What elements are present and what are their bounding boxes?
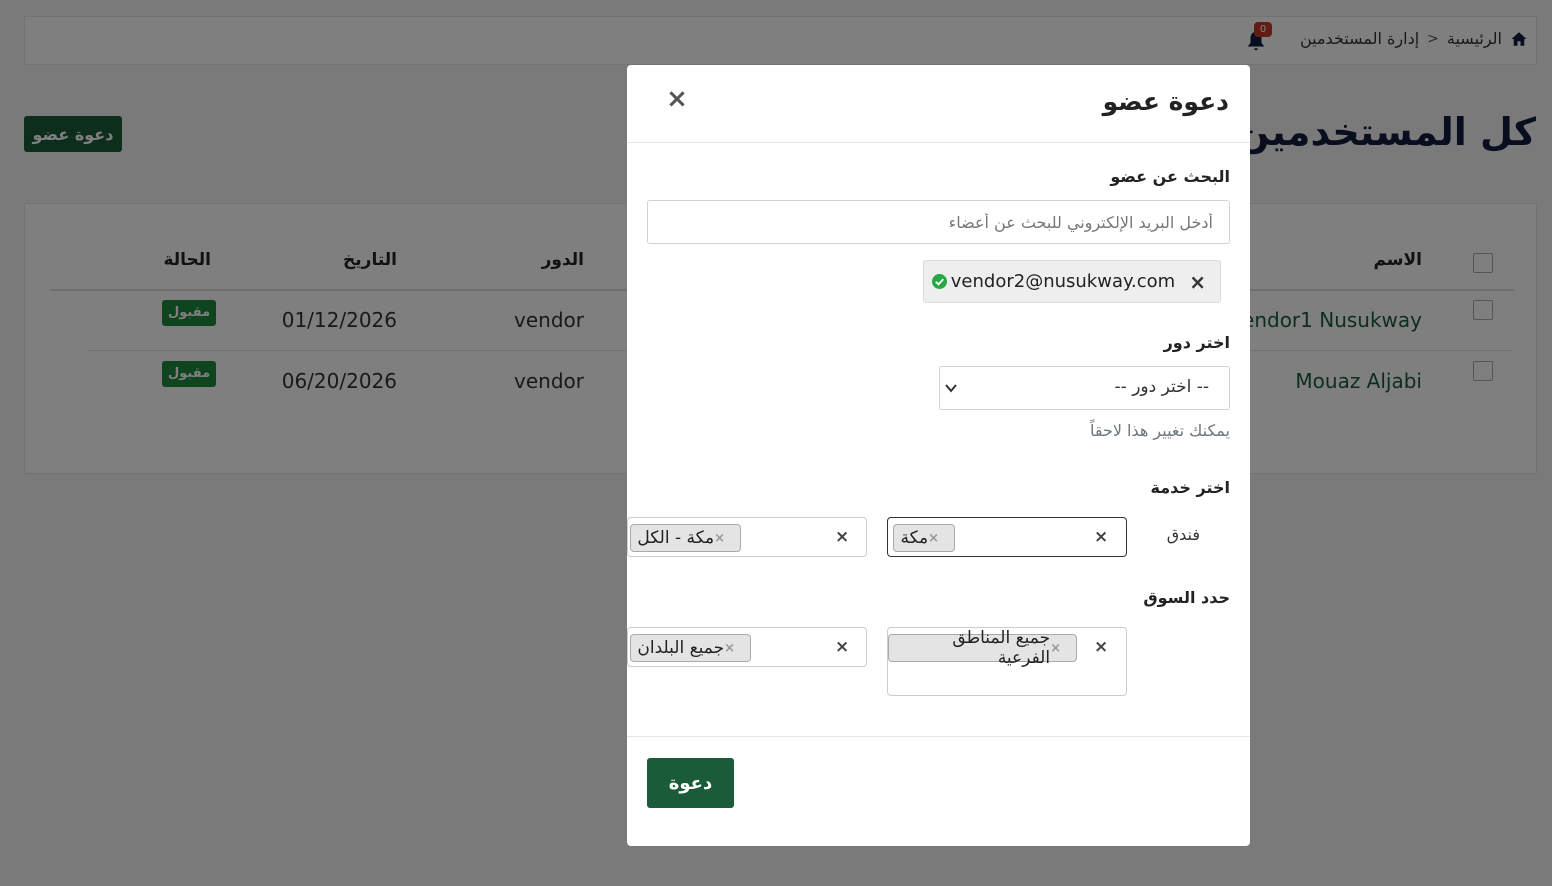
- modal-footer: دعوة: [627, 736, 1250, 846]
- remove-tag-icon[interactable]: ×: [714, 531, 725, 546]
- invite-submit-button[interactable]: دعوة: [647, 758, 734, 808]
- clear-selection-icon[interactable]: ×: [1094, 527, 1108, 547]
- service-scope-select[interactable]: × مكة - الكل ×: [627, 517, 867, 557]
- clear-selection-icon[interactable]: ×: [835, 637, 849, 657]
- service-scope-tag: × مكة - الكل: [630, 524, 741, 552]
- tag-label: مكة - الكل: [637, 528, 715, 548]
- service-city-tag: × مكة: [893, 524, 955, 552]
- role-select-value: -- اختر دور --: [1114, 377, 1209, 397]
- selected-member-email: vendor2@nusukway.com: [950, 271, 1176, 292]
- remove-tag-icon[interactable]: ×: [928, 531, 939, 546]
- market-countries-select[interactable]: × جميع البلدان ×: [627, 627, 867, 667]
- modal-header: دعوة عضو ×: [627, 65, 1250, 143]
- tag-label: جميع المناطق الفرعية: [952, 628, 1051, 668]
- chevron-down-icon: [945, 384, 957, 393]
- service-label: اختر خدمة: [1150, 478, 1230, 497]
- remove-member-icon[interactable]: ×: [1189, 270, 1206, 294]
- role-label: اختر دور: [1163, 333, 1230, 352]
- remove-tag-icon[interactable]: ×: [1050, 641, 1061, 656]
- market-label: حدد السوق: [1143, 588, 1230, 607]
- tag-label: مكة: [900, 528, 929, 548]
- invite-member-modal: دعوة عضو × البحث عن عضو × vendor2@nusukw…: [627, 65, 1250, 846]
- market-countries-tag: × جميع البلدان: [630, 634, 751, 662]
- remove-tag-icon[interactable]: ×: [724, 641, 735, 656]
- selected-member-chip: × vendor2@nusukway.com: [923, 260, 1221, 303]
- check-circle-icon: [931, 274, 947, 289]
- close-icon[interactable]: ×: [665, 86, 689, 112]
- role-select[interactable]: -- اختر دور --: [939, 366, 1230, 410]
- clear-selection-icon[interactable]: ×: [1094, 637, 1108, 657]
- member-search-input[interactable]: [647, 200, 1230, 244]
- market-regions-select[interactable]: × جميع المناطق الفرعية ×: [887, 627, 1127, 696]
- service-type-label: فندق: [1166, 525, 1200, 544]
- role-hint: يمكنك تغيير هذا لاحقاً: [1089, 421, 1230, 440]
- clear-selection-icon[interactable]: ×: [835, 527, 849, 547]
- search-member-label: البحث عن عضو: [1110, 167, 1230, 186]
- tag-label: جميع البلدان: [637, 638, 725, 658]
- service-city-select[interactable]: × مكة ×: [887, 517, 1127, 557]
- market-regions-tag: × جميع المناطق الفرعية: [888, 628, 1077, 668]
- modal-title: دعوة عضو: [1102, 87, 1229, 116]
